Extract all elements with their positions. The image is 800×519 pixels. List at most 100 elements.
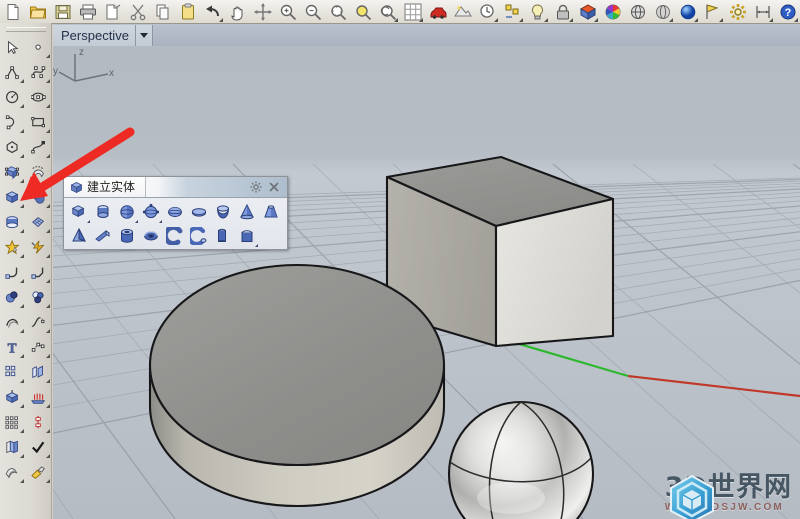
arc-icon[interactable] bbox=[0, 110, 26, 135]
zoom-previous-icon[interactable] bbox=[375, 1, 400, 23]
flyout-corner-icon[interactable] bbox=[544, 17, 548, 22]
render-scene-icon[interactable] bbox=[450, 1, 475, 23]
flyout-corner-icon[interactable] bbox=[46, 429, 50, 433]
flyout-corner-icon[interactable] bbox=[20, 454, 24, 458]
options-gear-icon[interactable] bbox=[725, 1, 750, 23]
open-file-icon[interactable] bbox=[25, 1, 50, 23]
zoom-window-icon[interactable] bbox=[325, 1, 350, 23]
flyout-corner-icon[interactable] bbox=[46, 54, 50, 58]
point-icon[interactable] bbox=[26, 35, 52, 60]
flyout-corner-icon[interactable] bbox=[20, 479, 24, 483]
flyout-corner-icon[interactable] bbox=[46, 204, 50, 208]
flyout-corner-icon[interactable] bbox=[46, 79, 50, 83]
point-object-icon[interactable] bbox=[26, 335, 52, 360]
flat-ellipsoid-tool-icon[interactable] bbox=[187, 200, 211, 224]
text-tool-icon[interactable]: T bbox=[0, 335, 26, 360]
ellipse-icon[interactable] bbox=[26, 85, 52, 110]
flyout-corner-icon[interactable] bbox=[46, 229, 50, 233]
new-file-icon[interactable] bbox=[0, 1, 25, 23]
block-grid-icon[interactable] bbox=[0, 410, 26, 435]
flyout-corner-icon[interactable] bbox=[255, 244, 258, 247]
flyout-corner-icon[interactable] bbox=[769, 17, 773, 22]
paste-icon[interactable] bbox=[175, 1, 200, 23]
polygon-icon[interactable] bbox=[0, 135, 26, 160]
dimension-icon[interactable] bbox=[750, 1, 775, 23]
trim-icon[interactable] bbox=[26, 235, 52, 260]
dimension-tool-icon[interactable] bbox=[26, 410, 52, 435]
zoom-out-icon[interactable] bbox=[300, 1, 325, 23]
circle-icon[interactable] bbox=[0, 85, 26, 110]
flyout-corner-icon[interactable] bbox=[594, 17, 598, 22]
wedge-tool-icon[interactable] bbox=[91, 224, 115, 248]
flyout-corner-icon[interactable] bbox=[494, 17, 498, 22]
flyout-corner-icon[interactable] bbox=[87, 220, 90, 223]
3d-scene[interactable]: z x y 3D世界网 WWW.3DSJW.COM bbox=[53, 46, 800, 519]
box-tool-icon[interactable] bbox=[67, 200, 91, 224]
boolean-difference-icon[interactable] bbox=[26, 285, 52, 310]
flyout-corner-icon[interactable] bbox=[20, 179, 24, 183]
grid-snap-icon[interactable] bbox=[400, 1, 425, 23]
select-arrow-icon[interactable] bbox=[0, 35, 26, 60]
flyout-corner-icon[interactable] bbox=[519, 17, 523, 22]
cut-copy-page-icon[interactable] bbox=[100, 1, 125, 23]
flyout-corner-icon[interactable] bbox=[46, 154, 50, 158]
flyout-corner-icon[interactable] bbox=[46, 379, 50, 383]
flyout-corner-icon[interactable] bbox=[46, 179, 50, 183]
fillet-icon[interactable] bbox=[0, 260, 26, 285]
extrude-curve-tool-icon[interactable] bbox=[211, 224, 235, 248]
chevron-down-icon[interactable] bbox=[135, 24, 153, 46]
flyout-corner-icon[interactable] bbox=[46, 479, 50, 483]
render-props-icon[interactable] bbox=[475, 1, 500, 23]
array-icon[interactable] bbox=[0, 360, 26, 385]
flyout-corner-icon[interactable] bbox=[46, 104, 50, 108]
flyout-corner-icon[interactable] bbox=[20, 229, 24, 233]
shade-wireframe-icon[interactable] bbox=[625, 1, 650, 23]
extrude-solid-icon[interactable] bbox=[0, 385, 26, 410]
create-solid-palette[interactable]: 建立实体 bbox=[63, 176, 288, 250]
flyout-corner-icon[interactable] bbox=[46, 454, 50, 458]
flyout-corner-icon[interactable] bbox=[20, 154, 24, 158]
flyout-corner-icon[interactable] bbox=[46, 279, 50, 283]
torus-tool-icon[interactable] bbox=[139, 224, 163, 248]
explode-icon[interactable] bbox=[0, 235, 26, 260]
light-icon[interactable] bbox=[525, 1, 550, 23]
pipe-tool-icon[interactable] bbox=[163, 224, 187, 248]
layer-panel-icon[interactable] bbox=[0, 435, 26, 460]
toolbar-grip[interactable] bbox=[5, 27, 46, 32]
flyout-corner-icon[interactable] bbox=[46, 329, 50, 333]
flyout-corner-icon[interactable] bbox=[719, 17, 723, 22]
layer-icon[interactable] bbox=[700, 1, 725, 23]
offset-curve-icon[interactable] bbox=[0, 310, 26, 335]
flyout-corner-icon[interactable] bbox=[569, 17, 573, 22]
flyout-corner-icon[interactable] bbox=[20, 129, 24, 133]
undo-icon[interactable] bbox=[200, 1, 225, 23]
print-icon[interactable] bbox=[75, 1, 100, 23]
flyout-corner-icon[interactable] bbox=[46, 254, 50, 258]
flyout-corner-icon[interactable] bbox=[20, 204, 24, 208]
palette-titlebar[interactable]: 建立实体 bbox=[64, 177, 287, 198]
paint-icon[interactable] bbox=[26, 460, 52, 485]
tube-tool-icon[interactable] bbox=[115, 224, 139, 248]
help-icon[interactable]: ? bbox=[775, 1, 800, 23]
flyout-corner-icon[interactable] bbox=[135, 220, 138, 223]
flyout-corner-icon[interactable] bbox=[46, 304, 50, 308]
close-icon[interactable] bbox=[268, 181, 280, 193]
surface-tools-icon[interactable] bbox=[0, 460, 26, 485]
flyout-corner-icon[interactable] bbox=[46, 404, 50, 408]
lighting-icon[interactable] bbox=[26, 385, 52, 410]
flyout-corner-icon[interactable] bbox=[46, 129, 50, 133]
save-file-icon[interactable] bbox=[50, 1, 75, 23]
polyline-icon[interactable] bbox=[0, 60, 26, 85]
flyout-corner-icon[interactable] bbox=[159, 220, 162, 223]
surface-from-points-icon[interactable] bbox=[0, 160, 26, 185]
mesh-icon[interactable] bbox=[26, 210, 52, 235]
boolean-sphere-icon[interactable] bbox=[26, 185, 52, 210]
cut-icon[interactable] bbox=[125, 1, 150, 23]
flyout-corner-icon[interactable] bbox=[20, 404, 24, 408]
flyout-corner-icon[interactable] bbox=[46, 354, 50, 358]
zoom-in-icon[interactable] bbox=[275, 1, 300, 23]
pan-hand-icon[interactable] bbox=[225, 1, 250, 23]
flyout-corner-icon[interactable] bbox=[20, 354, 24, 358]
solid-box-icon[interactable] bbox=[0, 185, 26, 210]
shade-ghosted-icon[interactable] bbox=[650, 1, 675, 23]
